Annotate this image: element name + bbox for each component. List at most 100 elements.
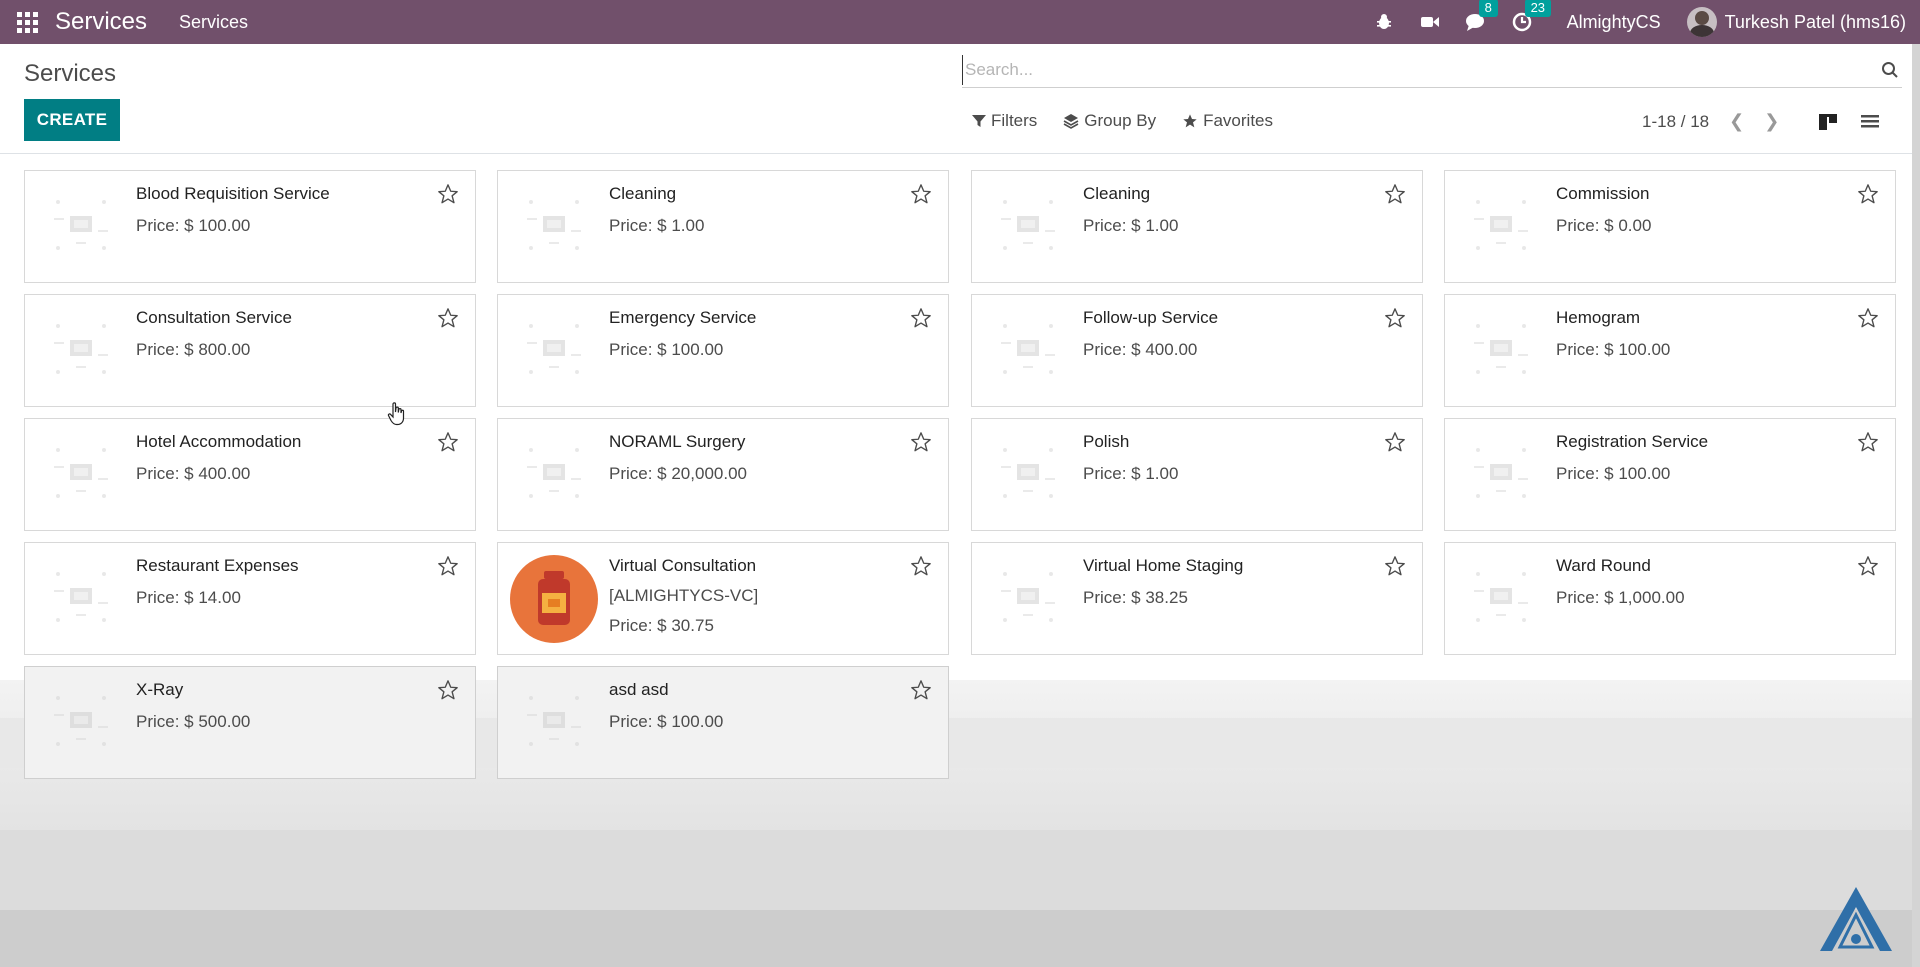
favorite-star-icon[interactable]	[1384, 431, 1408, 455]
pager-value[interactable]: 1-18 / 18	[1642, 112, 1709, 132]
activities-clock-icon[interactable]: 23	[1511, 0, 1552, 33]
favorite-star-icon[interactable]	[1857, 307, 1881, 331]
service-card[interactable]: Registration Service Price: $ 100.00	[1444, 418, 1896, 531]
favorite-star-icon[interactable]	[1857, 183, 1881, 207]
brand-logo-watermark	[1816, 885, 1896, 955]
search-input[interactable]	[962, 54, 1878, 85]
search-options: Filters Group By Favorites	[972, 111, 1299, 131]
service-name: Ward Round	[1556, 556, 1651, 575]
favorite-star-icon[interactable]	[910, 431, 934, 455]
favorite-star-icon[interactable]	[437, 183, 461, 207]
messages-icon[interactable]: 8	[1465, 0, 1498, 33]
filters-dropdown[interactable]: Filters	[972, 111, 1037, 131]
page-title: Services	[24, 60, 117, 87]
product-image	[43, 187, 119, 263]
placeholder-image-icon	[1466, 314, 1536, 384]
service-name: Blood Requisition Service	[136, 184, 330, 203]
service-name: Cleaning	[1083, 184, 1151, 203]
pager-previous-icon[interactable]: ❮	[1729, 111, 1744, 132]
service-name: Virtual Home Staging	[1083, 556, 1244, 575]
favorite-star-icon[interactable]	[1384, 307, 1408, 331]
user-menu[interactable]: Turkesh Patel (hms16)	[1725, 12, 1906, 33]
service-name: NORAML Surgery	[609, 432, 746, 451]
service-card[interactable]: asd asd Price: $ 100.00	[497, 666, 949, 779]
favorite-star-icon[interactable]	[910, 307, 934, 331]
service-card[interactable]: Consultation Service Price: $ 800.00	[24, 294, 476, 407]
product-image	[990, 559, 1066, 635]
service-card[interactable]: Virtual Consultation [ALMIGHTYCS-VC] Price…	[497, 542, 949, 655]
service-price: Price: $ 800.00	[136, 340, 251, 359]
placeholder-image-icon	[1466, 562, 1536, 632]
kanban-view-icon[interactable]	[1816, 110, 1840, 134]
favorite-star-icon[interactable]	[910, 183, 934, 207]
service-price: Price: $ 100.00	[609, 340, 724, 359]
favorite-star-icon[interactable]	[1857, 431, 1881, 455]
product-image	[1463, 311, 1539, 387]
favorite-star-icon[interactable]	[437, 679, 461, 703]
filters-label: Filters	[991, 111, 1038, 130]
product-image	[43, 683, 119, 759]
placeholder-image-icon	[46, 314, 116, 384]
product-image	[43, 311, 119, 387]
service-card[interactable]: Commission Price: $ 0.00	[1444, 170, 1896, 283]
placeholder-image-icon	[519, 190, 589, 260]
company-switcher[interactable]: AlmightyCS	[1567, 12, 1661, 33]
favorite-star-icon[interactable]	[437, 431, 461, 455]
app-brand[interactable]: Services	[55, 8, 147, 36]
placeholder-image-icon	[993, 190, 1063, 260]
favorite-star-icon[interactable]	[1857, 555, 1881, 579]
favorite-star-icon[interactable]	[437, 307, 461, 331]
product-image	[516, 187, 592, 263]
apps-menu-icon[interactable]	[17, 11, 39, 33]
service-card[interactable]: Ward Round Price: $ 1,000.00	[1444, 542, 1896, 655]
product-image	[43, 435, 119, 511]
service-name: Registration Service	[1556, 432, 1709, 451]
filter-icon	[972, 115, 986, 127]
service-name: Cleaning	[609, 184, 677, 203]
favorites-dropdown[interactable]: Favorites	[1182, 111, 1273, 131]
service-name: Restaurant Expenses	[136, 556, 299, 575]
favorite-star-icon[interactable]	[1384, 555, 1408, 579]
video-call-icon[interactable]	[1419, 11, 1441, 33]
service-price: Price: $ 100.00	[609, 712, 724, 731]
service-card[interactable]: Restaurant Expenses Price: $ 14.00	[24, 542, 476, 655]
favorite-star-icon[interactable]	[1384, 183, 1408, 207]
favorite-star-icon[interactable]	[910, 679, 934, 703]
service-card[interactable]: Hemogram Price: $ 100.00	[1444, 294, 1896, 407]
product-image	[510, 555, 598, 643]
search-icon[interactable]	[1878, 58, 1902, 82]
service-card[interactable]: Follow-up Service Price: $ 400.00	[971, 294, 1423, 407]
hand-cursor-icon	[387, 402, 409, 426]
service-card[interactable]: Hotel Accommodation Price: $ 400.00	[24, 418, 476, 531]
product-image	[990, 311, 1066, 387]
product-image	[516, 435, 592, 511]
pager-next-icon[interactable]: ❯	[1764, 111, 1779, 132]
window-edge	[1912, 44, 1920, 967]
service-card[interactable]: Virtual Home Staging Price: $ 38.25	[971, 542, 1423, 655]
medicine-bottle-icon	[510, 555, 598, 643]
service-price: Price: $ 400.00	[136, 464, 251, 483]
layers-icon	[1063, 114, 1079, 129]
messages-count-badge: 8	[1478, 0, 1498, 17]
service-card[interactable]: Emergency Service Price: $ 100.00	[497, 294, 949, 407]
debug-bug-icon[interactable]	[1373, 11, 1395, 33]
background-band	[0, 830, 1920, 910]
favorite-star-icon[interactable]	[910, 555, 934, 579]
service-card[interactable]: Cleaning Price: $ 1.00	[971, 170, 1423, 283]
service-card[interactable]: Cleaning Price: $ 1.00	[497, 170, 949, 283]
placeholder-image-icon	[1466, 190, 1536, 260]
user-avatar[interactable]	[1686, 7, 1717, 37]
placeholder-image-icon	[519, 314, 589, 384]
product-image	[43, 559, 119, 635]
service-card[interactable]: Polish Price: $ 1.00	[971, 418, 1423, 531]
group-by-dropdown[interactable]: Group By	[1063, 111, 1156, 131]
list-view-icon[interactable]	[1858, 110, 1882, 134]
service-card[interactable]: X-Ray Price: $ 500.00	[24, 666, 476, 779]
favorite-star-icon[interactable]	[437, 555, 461, 579]
service-card[interactable]: NORAML Surgery Price: $ 20,000.00	[497, 418, 949, 531]
create-button[interactable]: CREATE	[24, 99, 120, 141]
service-price: Price: $ 1.00	[1083, 216, 1179, 235]
product-image	[516, 683, 592, 759]
nav-menu-services[interactable]: Services	[179, 12, 248, 33]
service-card[interactable]: Blood Requisition Service Price: $ 100.00	[24, 170, 476, 283]
